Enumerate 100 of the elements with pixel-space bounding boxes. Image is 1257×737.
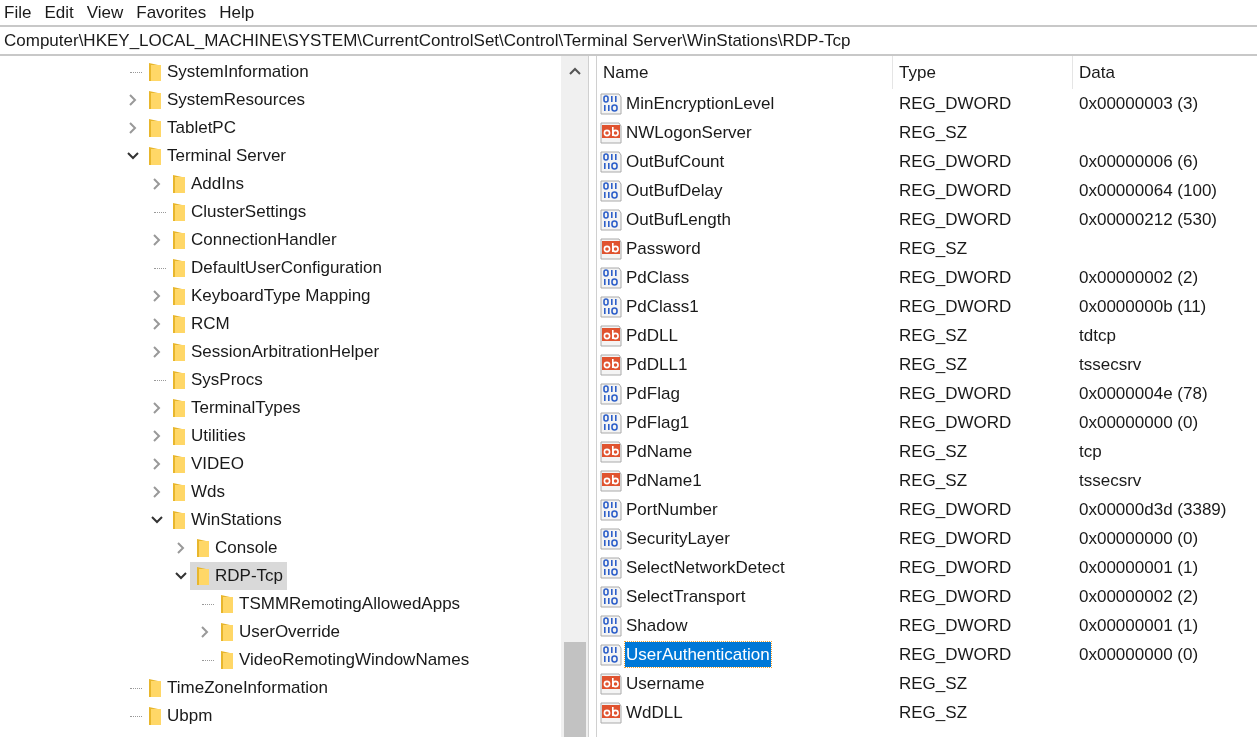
tree-item[interactable]: ClusterSettings xyxy=(166,198,311,226)
value-name[interactable]: UserAuthentication xyxy=(625,641,771,668)
folder-icon xyxy=(172,426,186,446)
menu-item[interactable]: Edit xyxy=(44,0,74,26)
value-data: 0x00000002 (2) xyxy=(1078,585,1199,608)
tree-item[interactable]: SystemInformation xyxy=(142,58,313,86)
value-name[interactable]: Username xyxy=(625,670,706,697)
tree-item[interactable]: VIDEO xyxy=(166,450,248,478)
value-name[interactable]: Shadow xyxy=(625,612,689,639)
scroll-thumb[interactable] xyxy=(563,642,586,737)
chevron-down-icon[interactable] xyxy=(174,571,188,581)
value-data: 0x00000d3d (3389) xyxy=(1078,498,1227,521)
value-type: REG_DWORD xyxy=(898,208,1013,231)
scrollbar[interactable] xyxy=(561,56,588,737)
tree-item[interactable]: TabletPC xyxy=(142,114,240,142)
menu-item[interactable]: Help xyxy=(219,0,255,26)
value-name[interactable]: OutBufDelay xyxy=(625,177,724,204)
chevron-right-icon[interactable] xyxy=(152,177,162,191)
address-bar[interactable]: Computer\HKEY_LOCAL_MACHINE\SYSTEM\CurrentControlSet\Control\Terminal Server\WinStations\RDP-Tcp xyxy=(0,25,1257,56)
string-value-icon xyxy=(600,237,622,260)
chevron-right-icon[interactable] xyxy=(152,401,162,415)
menu-item[interactable]: Favorites xyxy=(136,0,207,26)
tree-item[interactable]: Utilities xyxy=(166,422,250,450)
column-header[interactable]: Name xyxy=(597,56,893,89)
tree-item[interactable]: WinStations xyxy=(166,506,286,534)
value-type: REG_DWORD xyxy=(898,643,1013,666)
chevron-right-icon[interactable] xyxy=(152,457,162,471)
menu-item[interactable]: File xyxy=(4,0,32,26)
tree-item[interactable]: TerminalTypes xyxy=(166,394,305,422)
binary-value-icon xyxy=(600,614,622,637)
chevron-right-icon[interactable] xyxy=(200,625,210,639)
value-name[interactable]: SelectNetworkDetect xyxy=(625,554,786,581)
tree-item[interactable]: Terminal Server xyxy=(142,142,291,170)
tree-item[interactable]: KeyboardType Mapping xyxy=(166,282,375,310)
folder-icon xyxy=(172,314,186,334)
tree-item[interactable]: SessionArbitrationHelper xyxy=(166,338,384,366)
value-name[interactable]: PdDLL xyxy=(625,322,679,349)
string-value-icon xyxy=(600,324,622,347)
value-name[interactable]: OutBufLength xyxy=(625,206,732,233)
value-type: REG_SZ xyxy=(898,469,969,492)
chevron-right-icon[interactable] xyxy=(152,345,162,359)
chevron-down-icon[interactable] xyxy=(150,515,164,525)
binary-value-icon xyxy=(600,266,622,289)
value-type: REG_DWORD xyxy=(898,92,1013,115)
value-name[interactable]: OutBufCount xyxy=(625,148,726,175)
value-data: tcp xyxy=(1078,440,1102,463)
string-value-icon xyxy=(600,469,622,492)
tree-item[interactable]: RCM xyxy=(166,310,234,338)
value-type: REG_DWORD xyxy=(898,266,1013,289)
column-header[interactable]: Data xyxy=(1073,56,1257,89)
value-name[interactable]: NWLogonServer xyxy=(625,119,753,146)
chevron-right-icon[interactable] xyxy=(128,121,138,135)
chevron-right-icon[interactable] xyxy=(152,289,162,303)
pane-splitter[interactable] xyxy=(588,56,597,737)
value-name[interactable]: PdClass1 xyxy=(625,293,700,320)
menu-item[interactable]: View xyxy=(86,0,124,26)
tree-item[interactable]: Console xyxy=(190,534,282,562)
chevron-right-icon[interactable] xyxy=(152,317,162,331)
tree-item[interactable]: RDP-Tcp xyxy=(190,562,287,590)
binary-value-icon xyxy=(600,411,622,434)
chevron-right-icon[interactable] xyxy=(152,429,162,443)
value-data: 0x00000064 (100) xyxy=(1078,179,1217,202)
chevron-right-icon[interactable] xyxy=(152,485,162,499)
value-data: 0x00000003 (3) xyxy=(1078,92,1199,115)
folder-icon xyxy=(148,706,162,726)
column-header[interactable]: Type xyxy=(893,56,1073,89)
value-name[interactable]: PdClass xyxy=(625,264,691,291)
chevron-right-icon[interactable] xyxy=(152,233,162,247)
chevron-right-icon[interactable] xyxy=(176,541,186,555)
chevron-down-icon[interactable] xyxy=(126,151,140,161)
tree-item[interactable]: AddIns xyxy=(166,170,248,198)
tree-item[interactable]: Wds xyxy=(166,478,229,506)
tree-item[interactable]: Ubpm xyxy=(142,702,217,730)
chevron-right-icon[interactable] xyxy=(128,93,138,107)
tree-item[interactable]: TSMMRemotingAllowedApps xyxy=(214,590,465,618)
value-name[interactable]: MinEncryptionLevel xyxy=(625,90,776,117)
value-name[interactable]: SecurityLayer xyxy=(625,525,731,552)
tree-item[interactable]: SystemResources xyxy=(142,86,309,114)
value-name[interactable]: WdDLL xyxy=(625,699,684,726)
value-name[interactable]: PortNumber xyxy=(625,496,719,523)
scroll-up-icon[interactable] xyxy=(567,66,582,76)
value-type: REG_SZ xyxy=(898,237,969,260)
value-name[interactable]: Password xyxy=(625,235,702,262)
tree-item[interactable]: UserOverride xyxy=(214,618,345,646)
tree-item[interactable]: SysProcs xyxy=(166,366,267,394)
value-name[interactable]: PdName xyxy=(625,438,694,465)
value-name[interactable]: PdFlag1 xyxy=(625,409,691,436)
folder-icon xyxy=(148,678,162,698)
folder-icon xyxy=(172,454,186,474)
tree-item[interactable]: DefaultUserConfiguration xyxy=(166,254,386,282)
value-name[interactable]: PdDLL1 xyxy=(625,351,689,378)
tree-item[interactable]: VideoRemotingWindowNames xyxy=(214,646,474,674)
value-name[interactable]: PdFlag xyxy=(625,380,681,407)
binary-value-icon xyxy=(600,150,622,173)
value-name[interactable]: SelectTransport xyxy=(625,583,747,610)
tree-item[interactable]: ConnectionHandler xyxy=(166,226,341,254)
value-type: REG_DWORD xyxy=(898,295,1013,318)
value-data: tssecsrv xyxy=(1078,353,1142,376)
tree-item[interactable]: TimeZoneInformation xyxy=(142,674,332,702)
value-name[interactable]: PdName1 xyxy=(625,467,703,494)
